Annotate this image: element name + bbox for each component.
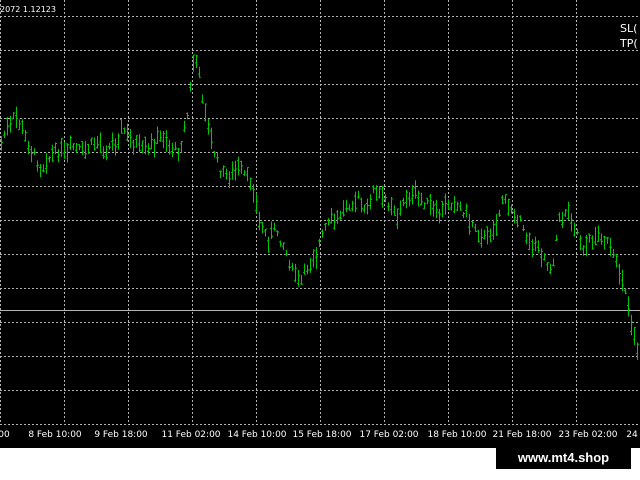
x-tick-label: 14 Feb 10:00 <box>227 430 287 440</box>
ohlc-readout: 2072 1.12123 <box>0 5 56 14</box>
x-tick-label: 9 Feb 18:00 <box>94 430 148 440</box>
x-tick-label: 23 Feb 02:00 <box>558 430 618 440</box>
chart-panel[interactable]: 2072 1.12123 SL( TP( 00 8 Feb 10:00 9 Feb … <box>0 0 640 448</box>
x-tick-label: 17 Feb 02:00 <box>359 430 419 440</box>
price-bars <box>0 54 639 360</box>
x-tick-label: 11 Feb 02:00 <box>161 430 221 440</box>
price-chart[interactable] <box>0 0 640 448</box>
x-tick-label: 24 <box>626 430 638 440</box>
take-profit-label: TP( <box>620 37 638 50</box>
watermark: www.mt4.shop <box>496 447 631 469</box>
x-tick-label: 21 Feb 18:00 <box>492 430 552 440</box>
x-tick-label: 8 Feb 10:00 <box>28 430 82 440</box>
x-tick-label: 00 <box>0 430 10 440</box>
x-tick-label: 18 Feb 10:00 <box>427 430 487 440</box>
stop-loss-label: SL( <box>620 22 638 35</box>
x-tick-label: 15 Feb 18:00 <box>292 430 352 440</box>
chart-grid <box>0 0 640 425</box>
